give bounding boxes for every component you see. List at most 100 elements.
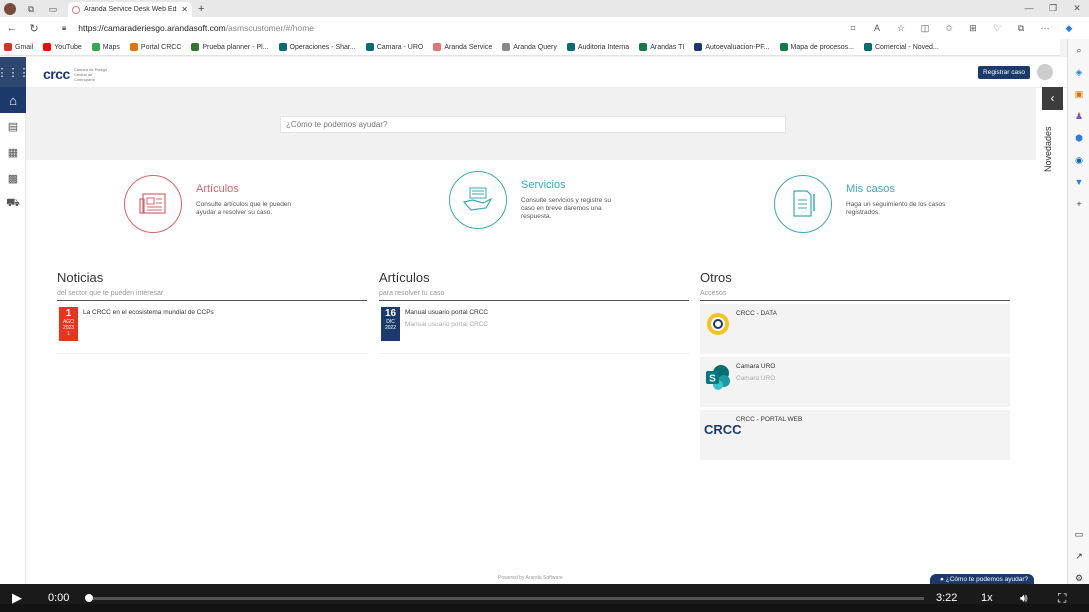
read-aloud-icon[interactable]: A [865, 23, 889, 33]
restore-icon[interactable]: ❐ [1041, 0, 1065, 17]
bookmark-item[interactable]: Arandas TI [639, 43, 684, 51]
bookmark-favicon-icon [502, 43, 511, 51]
bookmark-item[interactable]: Portal CRCC [129, 43, 182, 51]
card-mis-casos[interactable]: Mis casos Haga un seguimiento de los cas… [774, 175, 950, 233]
games-icon[interactable]: ♟ [1068, 105, 1089, 127]
bookmark-label: Arandas TI [650, 43, 685, 51]
bookmark-item[interactable]: Maps [91, 43, 120, 51]
shopping-icon[interactable]: ▣ [1068, 83, 1089, 105]
speed-button[interactable]: 1x [981, 584, 993, 612]
card-articulos[interactable]: Artículos Consulte artículos que le pued… [124, 175, 300, 233]
outlook-icon[interactable]: ◉ [1068, 149, 1089, 171]
back-icon[interactable]: ← [2, 22, 22, 34]
news-nav-icon[interactable]: ▦ [0, 139, 26, 165]
copilot-icon[interactable]: ◆ [1057, 23, 1081, 34]
bookmark-favicon-icon [639, 43, 648, 51]
bookmark-label: Gmail [15, 43, 34, 51]
cases-nav-icon[interactable]: ⛟ [0, 191, 26, 217]
collections-icon[interactable]: ⊞ [961, 23, 985, 34]
extensions-icon[interactable]: ⧉ [1009, 23, 1033, 34]
favorites-icon[interactable]: ✩ [937, 23, 961, 34]
toolbar-icons: ⌗ A ☆ ◫ ✩ ⊞ ♡ ⧉ ⋯ ◆ [841, 17, 1081, 39]
access-title: Camara URO [736, 363, 776, 370]
external-icon[interactable]: ↗ [1068, 545, 1089, 567]
access-subtitle: Camara URO [736, 375, 776, 382]
card-servicios[interactable]: Servicios Consulte servicios y registre … [449, 171, 625, 229]
bookmarks-bar: Gmail YouTube Maps Portal CRCC Prueba planne… [0, 39, 1060, 56]
play-icon[interactable]: ▶ [12, 584, 22, 612]
date-badge: 16 DIC 2022 [381, 307, 400, 341]
more-menu-icon[interactable]: ⋯ [1033, 23, 1057, 34]
access-item[interactable]: CRCC - DATA [700, 304, 1010, 354]
progress-thumb[interactable] [85, 594, 93, 602]
access-item[interactable]: CRCC CRCC - PORTAL WEB [700, 410, 1010, 460]
lock-icon[interactable]: 🔒︎ [62, 23, 66, 33]
articles-nav-icon[interactable]: ▤ [0, 113, 26, 139]
minimize-icon[interactable]: — [1017, 0, 1041, 17]
search-icon[interactable]: ⌕ [1068, 39, 1089, 61]
bookmark-item[interactable]: Gmail [4, 43, 33, 51]
newspaper-icon [124, 175, 182, 233]
card-desc: Haga un seguimiento de los casos registr… [846, 201, 946, 216]
bookmark-item[interactable]: Aranda Query [502, 43, 557, 51]
home-icon[interactable]: ⌂ [0, 87, 26, 113]
card-title: Servicios [521, 179, 566, 191]
apps-grid-icon[interactable]: ⋮⋮⋮ [0, 57, 30, 87]
app-area: ⋮⋮⋮ ⌂ ▤ ▦ ▩ ⛟ crcc Cámara de Riesgo Cent… [0, 57, 1067, 586]
bookmark-label: Autoevaluacion-PF... [705, 43, 770, 51]
profile-avatar[interactable] [4, 2, 16, 15]
news-item[interactable]: 1 AGO 2023 1 La CRCC en el ecosistema mu… [57, 301, 367, 354]
heart-icon[interactable]: ♡ [985, 23, 1009, 34]
bookmark-item[interactable]: Operaciones - Shar... [278, 43, 356, 51]
panel-icon[interactable]: ▭ [1068, 523, 1089, 545]
bookmark-item[interactable]: Autoevaluacion-PF... [694, 43, 770, 51]
crcc-logo[interactable]: crcc Cámara de Riesgo Central de Contrap… [43, 66, 114, 82]
workspaces-icon[interactable]: ⧉ [24, 2, 38, 16]
browser-tab[interactable]: Aranda Service Desk Web Edition ✕ [68, 2, 192, 17]
bookmark-item[interactable]: Camara - URO [365, 43, 423, 51]
news-panel-tab[interactable]: Novedades [1043, 119, 1061, 179]
refresh-icon[interactable]: ↻ [24, 22, 44, 35]
access-title: CRCC - PORTAL WEB [736, 416, 803, 423]
bookmark-item[interactable]: Comercial - Noved... [863, 43, 939, 51]
favorite-star-icon[interactable]: ☆ [889, 23, 913, 34]
screenshot-icon[interactable]: ⌗ [841, 23, 865, 34]
tab-title: Aranda Service Desk Web Edition [84, 6, 178, 13]
office-icon[interactable]: ⬢ [1068, 127, 1089, 149]
bookmark-item[interactable]: Aranda Service [433, 43, 492, 51]
section-title: Noticias [57, 270, 104, 285]
split-screen-icon[interactable]: ◫ [913, 23, 937, 34]
article-item[interactable]: 16 DIC 2022 Manual usuario portal CRCC M… [379, 301, 689, 354]
calendar-nav-icon[interactable]: ▩ [0, 165, 26, 191]
bookmark-item[interactable]: YouTube [43, 43, 82, 51]
help-search-input[interactable]: ¿Cómo te podemos ayudar? [280, 116, 786, 133]
progress-track[interactable] [86, 597, 924, 600]
volume-icon[interactable]: 🔊︎ [1020, 584, 1028, 612]
fullscreen-icon[interactable]: ⛶ [1058, 584, 1066, 612]
taskbar-strip [0, 604, 1089, 612]
new-tab-icon[interactable]: + [198, 3, 204, 15]
bookmark-favicon-icon [863, 43, 872, 51]
bookmark-label: Portal CRCC [140, 43, 182, 51]
access-item[interactable]: S Camara URO Camara URO [700, 357, 1010, 407]
bookmark-item[interactable]: Auditoria Interna [566, 43, 629, 51]
bookmark-favicon-icon [779, 43, 788, 51]
bookmark-item[interactable]: Mapa de procesos... [779, 43, 854, 51]
chevron-left-icon[interactable]: ‹ [1042, 87, 1063, 110]
tab-actions-icon[interactable]: ▭ [46, 2, 60, 16]
tag-icon[interactable]: ◈ [1068, 61, 1089, 83]
bookmark-item[interactable]: Prueba planner - Pl... [191, 43, 269, 51]
register-case-button[interactable]: Registrar caso [978, 66, 1030, 79]
date-day: 16 [384, 308, 397, 319]
add-icon[interactable]: + [1068, 193, 1089, 215]
close-window-icon[interactable]: ✕ [1065, 0, 1089, 17]
user-avatar[interactable] [1037, 64, 1053, 80]
bookmark-favicon-icon [694, 43, 703, 51]
bookmark-label: Operaciones - Shar... [289, 43, 356, 51]
close-tab-icon[interactable]: ✕ [181, 5, 188, 14]
url-input[interactable]: 🔒︎ https://camaraderiesgo.arandasoft.com… [54, 19, 920, 37]
crcc-data-icon [707, 313, 729, 335]
bookmark-label: Mapa de procesos... [790, 43, 854, 51]
drop-icon[interactable]: ▼ [1068, 171, 1089, 193]
crcc-portal-logo: CRCC [704, 422, 742, 437]
